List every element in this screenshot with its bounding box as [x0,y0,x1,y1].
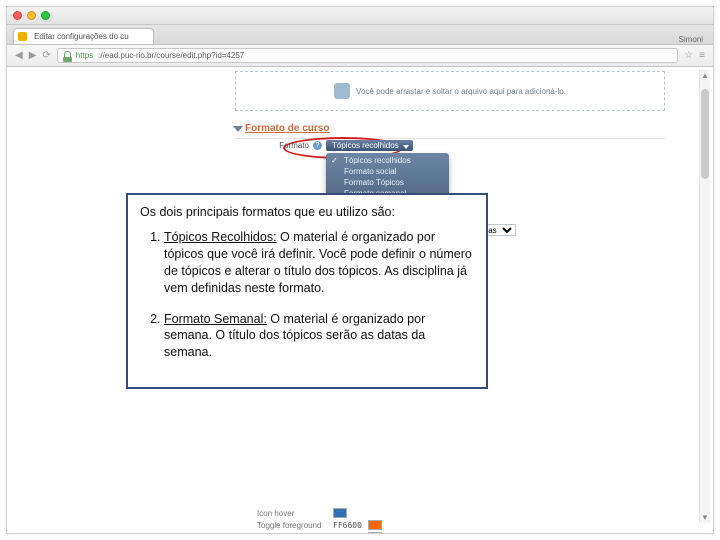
formato-option[interactable]: Formato Tópicos [326,177,449,188]
theme-label: Toggle foreground [257,521,327,530]
profile-badge[interactable]: Simoni [675,35,707,44]
browser-toolbar: ◀ ▶ ⟳ https ://ead.puc-rio.br/course/edi… [7,45,713,67]
url-scheme: https [76,51,93,60]
close-window-icon[interactable] [13,11,22,20]
annotation-callout: Os dois principais formatos que eu utili… [126,193,488,389]
theme-row: Icon hover [257,507,477,519]
formato-select[interactable]: Tópicos recolhidos Tópicos recolhidos Fo… [326,141,413,150]
hex-value: FF6600 [333,521,362,530]
color-swatch[interactable] [368,532,382,533]
label-formato: Formato [241,141,309,150]
window-traffic-lights [13,11,50,20]
file-dropzone[interactable]: Você pode arrastar e soltar o arquivo aq… [235,71,665,111]
theme-row: Toggle foreground FF6600 [257,519,477,531]
chevron-down-icon [233,126,243,132]
tab-title: Editar configurações do cu [34,32,129,41]
scroll-down-icon[interactable]: ▼ [700,511,710,523]
hex-value: FF6600 [333,533,362,534]
address-bar[interactable]: https ://ead.puc-rio.br/course/edit.php?… [57,48,678,63]
back-button[interactable]: ◀ [15,50,23,61]
reload-button[interactable]: ⟳ [42,50,50,61]
callout-item: Formato Semanal: O material é organizado… [164,311,474,362]
scrollbar-thumb[interactable] [701,89,709,179]
favicon-icon [18,32,27,41]
vertical-scrollbar[interactable]: ▲ ▼ [699,69,710,523]
zoom-window-icon[interactable] [41,11,50,20]
row-formato: Formato ? Tópicos recolhidos Tópicos rec… [235,139,665,152]
theme-label: Icon hover [257,509,327,518]
dropzone-text: Você pode arrastar e soltar o arquivo aq… [356,87,566,96]
menu-icon[interactable]: ≡ [699,50,705,61]
lock-icon [64,51,71,60]
scroll-up-icon[interactable]: ▲ [700,69,710,81]
browser-tab[interactable]: Editar configurações do cu [13,28,154,44]
section-title: Formato de curso [245,123,329,134]
color-swatch[interactable] [368,520,382,530]
formato-option[interactable]: Tópicos recolhidos [326,155,449,166]
theme-row: Toggle FF6600 [257,531,477,533]
callout-item-title: Formato Semanal: [164,312,267,326]
color-swatch[interactable] [333,508,347,518]
section-header-formato[interactable]: Formato de curso [235,119,665,139]
formato-option[interactable]: Formato social [326,166,449,177]
window-titlebar [7,7,713,25]
theme-label: Toggle [257,533,327,534]
theme-settings: Icon hover Toggle foreground FF6600 Togg… [257,507,477,533]
callout-item-title: Tópicos Recolhidos: [164,230,277,244]
upload-icon [334,83,350,99]
bookmark-icon[interactable]: ☆ [684,50,693,61]
callout-item: Tópicos Recolhidos: O material é organiz… [164,229,474,297]
minimize-window-icon[interactable] [27,11,36,20]
url-text: ://ead.puc-rio.br/course/edit.php?id=425… [98,51,244,60]
forward-button[interactable]: ▶ [29,50,37,61]
help-icon[interactable]: ? [313,141,322,150]
callout-intro: Os dois principais formatos que eu utili… [140,205,474,219]
formato-select-button[interactable]: Tópicos recolhidos [326,140,413,151]
browser-tabbar: Editar configurações do cu Simoni [7,25,713,45]
